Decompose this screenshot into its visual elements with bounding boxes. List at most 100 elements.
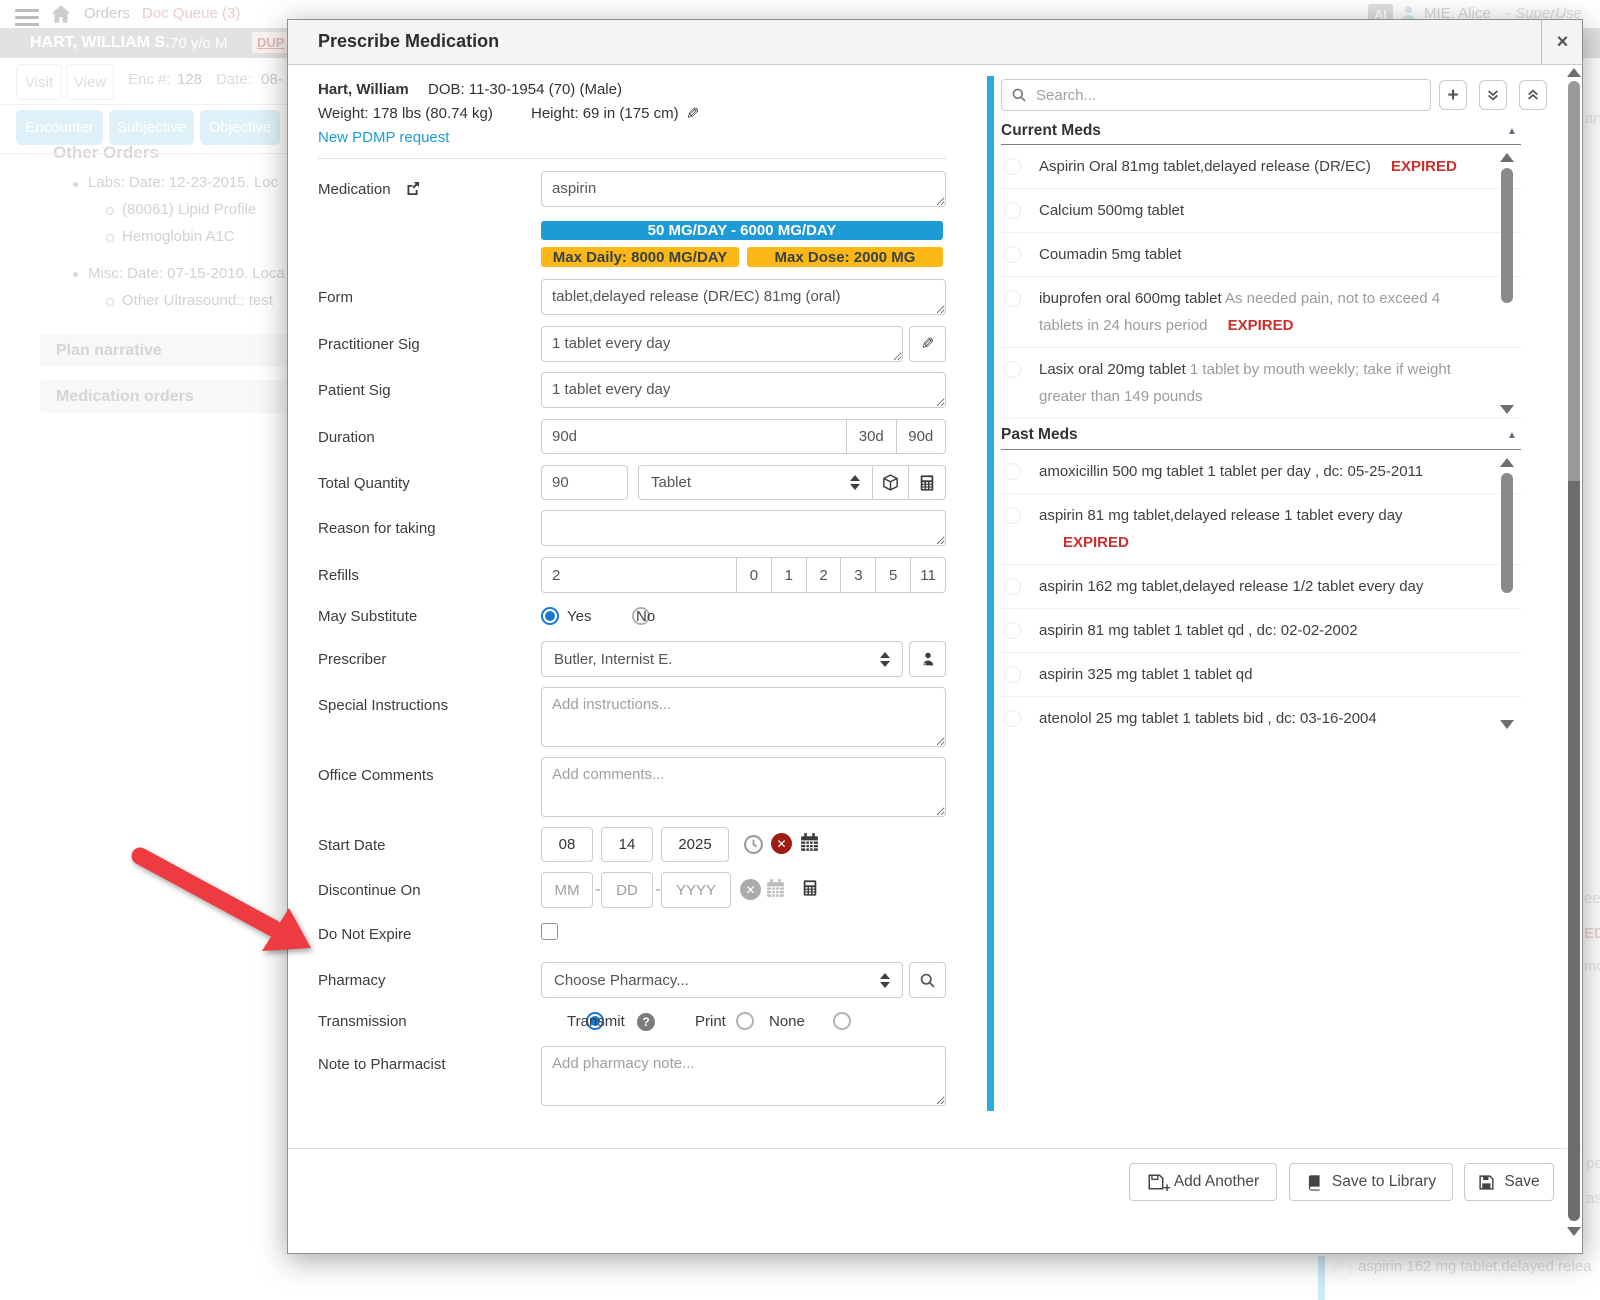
med-list-item[interactable]: Coumadin 5mg tablet	[1001, 233, 1521, 277]
refills-input[interactable]	[541, 557, 737, 593]
modal-title: Prescribe Medication	[318, 31, 499, 52]
unit-select[interactable]: Tablet	[638, 465, 873, 500]
office-comments-label: Office Comments	[318, 767, 434, 784]
save-to-library-button[interactable]: Save to Library	[1289, 1163, 1453, 1201]
double-chevron-down-icon	[1486, 88, 1500, 102]
save-label: Save	[1504, 1173, 1539, 1191]
duration-input[interactable]	[541, 419, 847, 454]
expand-all-button[interactable]	[1519, 80, 1547, 110]
med-radio-icon	[1004, 290, 1021, 307]
total-quantity-input[interactable]	[541, 465, 628, 500]
start-day-input[interactable]	[601, 827, 653, 862]
med-list-item[interactable]: aspirin 81 mg tablet 1 tablet qd , dc: 0…	[1001, 609, 1521, 653]
med-list-item[interactable]: Lasix oral 20mg tablet 1 tablet by mouth…	[1001, 348, 1521, 419]
current-meds-header[interactable]: Current Meds	[1001, 122, 1101, 140]
reason-label: Reason for taking	[318, 520, 436, 537]
med-list-item[interactable]: ibuprofen oral 600mg tablet As needed pa…	[1001, 277, 1521, 348]
transmit-label: Transmit	[567, 1013, 625, 1030]
pharmacy-select[interactable]: Choose Pharmacy...	[541, 962, 903, 998]
scroll-down-icon[interactable]	[1500, 405, 1514, 414]
divider	[318, 158, 946, 159]
refills-5-button[interactable]: 5	[875, 558, 910, 592]
medication-input[interactable]: aspirin	[541, 171, 946, 207]
external-link-icon[interactable]	[406, 181, 420, 200]
add-med-button[interactable]: +	[1439, 80, 1467, 110]
past-meds-header[interactable]: Past Meds	[1001, 426, 1078, 444]
modal-scrollbar[interactable]	[1567, 66, 1581, 1246]
med-list-item[interactable]: Calcium 500mg tablet	[1001, 189, 1521, 233]
duration-90d-button[interactable]: 90d	[896, 420, 946, 453]
dc-year-input[interactable]	[661, 872, 731, 908]
scroll-up-icon[interactable]	[1567, 68, 1581, 77]
patient-weight: Weight: 178 lbs (80.74 kg)	[318, 105, 493, 122]
date-dash: -	[595, 881, 600, 899]
duration-calculator-icon[interactable]	[801, 879, 819, 902]
scroll-up-icon[interactable]	[1500, 153, 1514, 162]
reason-input[interactable]	[541, 510, 946, 546]
med-name: amoxicillin 500 mg tablet 1 tablet per d…	[1039, 463, 1423, 480]
refills-2-button[interactable]: 2	[806, 558, 841, 592]
refills-3-button[interactable]: 3	[840, 558, 875, 592]
med-expired-badge: EXPIRED	[1228, 317, 1294, 334]
pharmacy-value: Choose Pharmacy...	[554, 972, 689, 989]
save-to-library-label: Save to Library	[1332, 1173, 1436, 1191]
pharmacy-note-input[interactable]	[541, 1046, 946, 1106]
scrollbar-thumb[interactable]	[1501, 168, 1513, 303]
calendar-icon[interactable]	[799, 832, 820, 858]
pdmp-request-link[interactable]: New PDMP request	[318, 129, 449, 146]
clear-start-date-icon[interactable]: ✕	[771, 833, 792, 854]
med-list-item[interactable]: aspirin 325 mg tablet 1 tablet qd	[1001, 653, 1521, 697]
med-list-item[interactable]: amoxicillin 500 mg tablet 1 tablet per d…	[1001, 450, 1521, 494]
refills-1-button[interactable]: 1	[771, 558, 806, 592]
edit-vitals-icon[interactable]: ✎	[686, 104, 699, 124]
scroll-down-icon[interactable]	[1500, 720, 1514, 729]
prescriber-lookup-button[interactable]	[909, 641, 946, 677]
refills-11-button[interactable]: 11	[910, 558, 945, 592]
practitioner-sig-input[interactable]: 1 tablet every day	[541, 326, 903, 362]
save-button[interactable]: Save	[1464, 1163, 1554, 1201]
med-radio-icon	[1004, 158, 1021, 175]
office-comments-input[interactable]	[541, 757, 946, 817]
print-radio[interactable]	[736, 1012, 754, 1030]
form-input[interactable]: tablet,delayed release (DR/EC) 81mg (ora…	[541, 279, 946, 315]
collapse-all-button[interactable]	[1479, 80, 1507, 110]
substitute-yes-radio[interactable]	[541, 607, 559, 625]
meds-search-input[interactable]	[1001, 79, 1431, 111]
clock-icon[interactable]	[743, 834, 764, 860]
pharmacy-label: Pharmacy	[318, 972, 386, 989]
collapse-caret-icon[interactable]: ▲	[1507, 430, 1517, 441]
add-another-button[interactable]: + Add Another	[1129, 1163, 1277, 1201]
scrollbar-thumb-dark[interactable]	[1568, 481, 1580, 1221]
none-radio[interactable]	[833, 1012, 851, 1030]
dc-day-input[interactable]	[601, 872, 653, 908]
scrollbar-thumb[interactable]	[1568, 81, 1580, 481]
med-list-item[interactable]: atenolol 25 mg tablet 1 tablets bid , dc…	[1001, 697, 1521, 737]
past-meds-list: amoxicillin 500 mg tablet 1 tablet per d…	[1001, 450, 1521, 737]
med-list-item[interactable]: aspirin 81 mg tablet,delayed release 1 t…	[1001, 494, 1521, 565]
refills-0-button[interactable]: 0	[737, 558, 771, 592]
max-dose-badge: Max Dose: 2000 MG	[747, 247, 943, 267]
duration-30d-button[interactable]: 30d	[847, 420, 896, 453]
special-instructions-input[interactable]	[541, 687, 946, 747]
calendar-icon-gray[interactable]	[765, 878, 786, 904]
med-list-item[interactable]: Aspirin Oral 81mg tablet,delayed release…	[1001, 145, 1521, 189]
scroll-down-icon[interactable]	[1567, 1227, 1581, 1236]
close-icon[interactable]: ×	[1541, 20, 1583, 64]
scroll-up-icon[interactable]	[1500, 458, 1514, 467]
patient-sig-input[interactable]: 1 tablet every day	[541, 372, 946, 408]
do-not-expire-checkbox[interactable]	[541, 923, 558, 940]
med-list-item[interactable]: aspirin 162 mg tablet,delayed release 1/…	[1001, 565, 1521, 609]
start-year-input[interactable]	[661, 827, 729, 862]
edit-sig-button[interactable]: ✎	[909, 326, 946, 362]
dc-month-input[interactable]	[541, 872, 593, 908]
clear-discontinue-icon[interactable]: ✕	[740, 879, 761, 900]
collapse-caret-icon[interactable]: ▲	[1507, 126, 1517, 137]
special-instructions-label: Special Instructions	[318, 697, 448, 714]
help-icon[interactable]: ?	[637, 1013, 655, 1031]
prescriber-select[interactable]: Butler, Internist E.	[541, 641, 903, 677]
start-month-input[interactable]	[541, 827, 593, 862]
pharmacy-search-button[interactable]	[909, 962, 946, 998]
quantity-calculator-button[interactable]	[908, 465, 946, 500]
scrollbar-thumb[interactable]	[1501, 473, 1513, 593]
unit-package-button[interactable]	[872, 465, 909, 500]
